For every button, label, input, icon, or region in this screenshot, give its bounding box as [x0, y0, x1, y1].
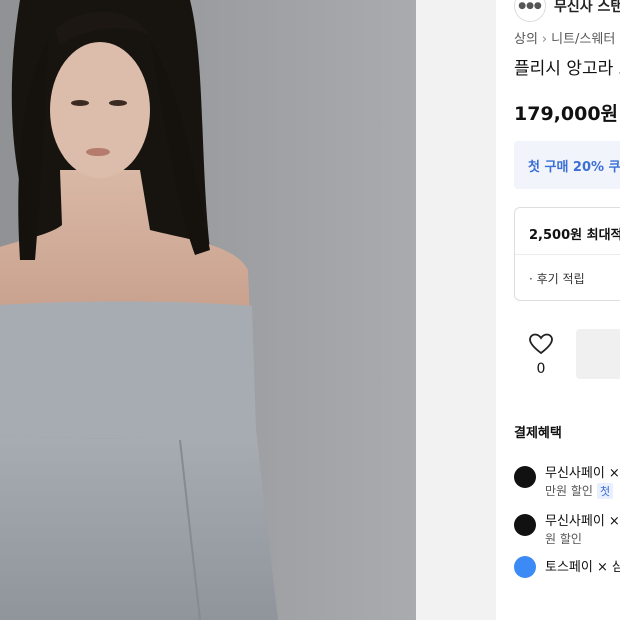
payment-benefits-title: 결제혜택: [514, 426, 562, 441]
benefit-line2: 만원 할인 첫: [545, 482, 614, 499]
cart-button[interactable]: [576, 329, 620, 379]
review-points-text: · 후기 적립: [529, 272, 585, 286]
brand-logo-icon: ●●●: [514, 0, 546, 22]
benefit-discount: 만원 할인: [545, 484, 593, 498]
brand-row[interactable]: ●●● 무신사 스탠다드: [514, 0, 620, 22]
divider: [515, 254, 620, 255]
musinsa-pay-icon: [514, 466, 536, 488]
benefit-line1: 토스페이 × 삼성카드: [545, 560, 620, 575]
benefit-line2: 원 할인: [545, 532, 582, 546]
max-points-text: 2,500원 최대적립: [529, 228, 620, 243]
toss-pay-icon: [514, 556, 536, 578]
chevron-right-icon: ›: [541, 32, 548, 47]
breadcrumb: 상의 › 니트/스웨터: [514, 28, 615, 47]
breadcrumb-item-knit[interactable]: 니트/스웨터: [551, 32, 615, 47]
like-button[interactable]: 0: [528, 333, 554, 377]
breadcrumb-item-top[interactable]: 상의: [514, 32, 538, 47]
product-title: 플리시 앙고라 오프숄더 니트: [514, 59, 620, 79]
musinsa-pay-icon: [514, 514, 536, 536]
points-box: 2,500원 최대적립 · 후기 적립: [514, 207, 620, 301]
brand-name: 무신사 스탠다드: [554, 0, 620, 15]
benefit-line1: 무신사페이 × 신한카드: [545, 514, 620, 529]
like-count: 0: [536, 361, 546, 377]
product-price: 179,000원: [514, 103, 619, 125]
gutter: [416, 0, 496, 620]
heart-icon: [529, 333, 553, 355]
product-info-panel: ●●● 무신사 스탠다드 상의›니트/스웨터 플리시 앙고라 오프숄더 니트 1…: [496, 0, 620, 620]
coupon-banner[interactable]: 첫 구매 20% 쿠폰 받고 구매하기: [514, 141, 620, 189]
first-tag: 첫: [596, 483, 614, 499]
benefit-line1: 무신사페이 × 현대카드: [545, 466, 620, 481]
product-image[interactable]: [0, 0, 416, 620]
